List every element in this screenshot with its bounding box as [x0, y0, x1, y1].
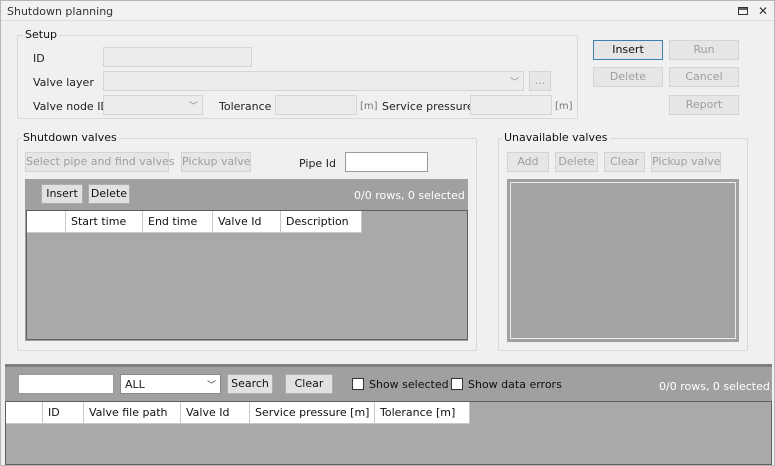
setup-legend: Setup	[23, 28, 60, 41]
tolerance-label: Tolerance	[219, 100, 272, 113]
valve-node-id-combo[interactable]: ﹀	[103, 95, 203, 115]
clear-button[interactable]: Clear	[285, 374, 333, 394]
scope-value: ALL	[125, 378, 145, 391]
valve-layer-combo[interactable]: ﹀	[103, 71, 524, 91]
shutdown-valves-grid-panel: Insert Delete 0/0 rows, 0 selected Start…	[25, 179, 468, 341]
cancel-button[interactable]: Cancel	[669, 67, 739, 87]
valve-layer-label: Valve layer	[33, 76, 94, 89]
minimize-icon[interactable]	[735, 3, 751, 19]
unavailable-clear-button[interactable]: Clear	[604, 152, 645, 172]
grid-delete-button[interactable]: Delete	[88, 184, 130, 204]
unavailable-valves-list-frame	[507, 179, 739, 342]
results-table[interactable]: ID Valve file path Valve Id Service pres…	[5, 401, 772, 465]
column-header-valve-id[interactable]: Valve Id	[213, 211, 281, 233]
insert-button[interactable]: Insert	[593, 40, 663, 60]
id-field[interactable]	[103, 47, 252, 67]
show-data-errors-label: Show data errors	[468, 378, 562, 391]
filter-text-field[interactable]	[18, 374, 114, 394]
scope-combo[interactable]: ALL ﹀	[120, 374, 221, 394]
shutdown-planning-window: Shutdown planning ✕ Setup ID Valve layer…	[0, 0, 775, 466]
results-row-count: 0/0 rows, 0 selected	[659, 380, 770, 393]
unavailable-delete-button[interactable]: Delete	[555, 152, 598, 172]
window-title: Shutdown planning	[7, 5, 114, 18]
shutdown-valves-legend: Shutdown valves	[21, 131, 119, 144]
results-column-header-id[interactable]: ID	[43, 402, 84, 424]
tolerance-field[interactable]	[275, 95, 357, 115]
valve-node-id-label: Valve node ID	[33, 100, 109, 113]
pipe-id-field[interactable]	[345, 152, 428, 172]
close-icon[interactable]: ✕	[755, 3, 771, 19]
service-pressure-field[interactable]	[470, 95, 552, 115]
run-button[interactable]: Run	[669, 40, 739, 60]
select-pipe-button[interactable]: Select pipe and find valves	[25, 152, 175, 172]
chevron-down-icon: ﹀	[206, 381, 216, 391]
show-selected-checkbox[interactable]	[352, 378, 364, 390]
results-table-header: ID Valve file path Valve Id Service pres…	[6, 402, 470, 424]
unavailable-valves-list[interactable]	[510, 182, 736, 339]
table-header: Start time End time Valve Id Description	[27, 211, 362, 233]
search-button[interactable]: Search	[227, 374, 273, 394]
service-pressure-label: Service pressure	[382, 100, 474, 113]
column-header-end-time[interactable]: End time	[143, 211, 213, 233]
results-column-header-valve-id[interactable]: Valve Id	[181, 402, 250, 424]
show-selected-label: Show selected	[369, 378, 449, 391]
service-pressure-unit: [m]	[555, 101, 573, 112]
unavailable-pickup-valve-button[interactable]: Pickup valve	[651, 152, 721, 172]
shutdown-valves-table[interactable]: Start time End time Valve Id Description	[26, 210, 468, 340]
column-header-start-time[interactable]: Start time	[66, 211, 143, 233]
delete-button[interactable]: Delete	[593, 67, 663, 87]
tolerance-unit: [m]	[360, 101, 378, 112]
chevron-down-icon: ﹀	[509, 78, 519, 88]
browse-button[interactable]: ...	[529, 71, 551, 91]
report-button[interactable]: Report	[669, 95, 739, 115]
title-bar: Shutdown planning ✕	[1, 1, 774, 21]
results-column-header-select[interactable]	[6, 402, 43, 424]
filter-bar: ALL ﹀ Search Clear Show selected Show da…	[5, 364, 772, 401]
chevron-down-icon: ﹀	[188, 102, 198, 112]
browse-button-label: ...	[534, 74, 546, 87]
results-column-header-tolerance[interactable]: Tolerance [m]	[375, 402, 470, 424]
column-header-description[interactable]: Description	[281, 211, 362, 233]
id-label: ID	[33, 52, 45, 65]
column-header-select[interactable]	[27, 211, 66, 233]
unavailable-add-button[interactable]: Add	[507, 152, 549, 172]
pickup-valve-button[interactable]: Pickup valve	[181, 152, 251, 172]
results-column-header-service-pressure[interactable]: Service pressure [m]	[250, 402, 375, 424]
show-data-errors-checkbox[interactable]	[451, 378, 463, 390]
results-column-header-valve-file-path[interactable]: Valve file path	[84, 402, 181, 424]
pipe-id-label: Pipe Id	[299, 157, 336, 170]
grid-insert-button[interactable]: Insert	[41, 184, 83, 204]
unavailable-valves-legend: Unavailable valves	[502, 131, 610, 144]
grid-row-count: 0/0 rows, 0 selected	[354, 189, 465, 202]
